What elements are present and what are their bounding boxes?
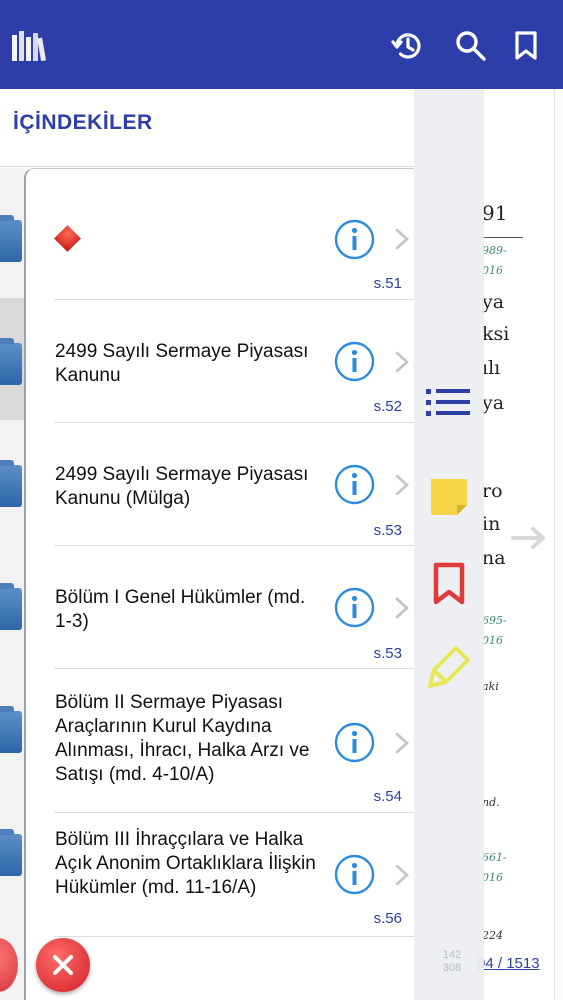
bookmark-icon[interactable] bbox=[507, 26, 545, 66]
chevron-right-icon[interactable] bbox=[394, 350, 410, 374]
close-button[interactable] bbox=[36, 938, 90, 992]
page-mini-counter: 142 308 bbox=[432, 949, 472, 975]
info-icon[interactable] bbox=[334, 854, 375, 895]
highlighter-icon[interactable] bbox=[424, 642, 474, 692]
toc-row-page: s.53 bbox=[373, 522, 402, 539]
chevron-right-icon[interactable] bbox=[394, 731, 410, 755]
info-icon[interactable] bbox=[334, 341, 375, 382]
search-icon[interactable] bbox=[452, 26, 490, 66]
folder-icon bbox=[0, 583, 22, 630]
doc-heading: 91 bbox=[482, 201, 508, 225]
folder-icon bbox=[0, 338, 22, 385]
doc-line: in bbox=[482, 513, 501, 535]
doc-line: aki bbox=[482, 680, 499, 693]
info-icon[interactable] bbox=[334, 219, 375, 260]
bookmark-outline-icon[interactable] bbox=[424, 559, 474, 609]
list-icon[interactable] bbox=[424, 378, 474, 428]
toc-header: İÇİNDEKİLER bbox=[0, 89, 414, 167]
doc-line: 016 bbox=[482, 871, 503, 884]
toc-row-label: Bölüm III İhraççılara ve Halka Açık Anon… bbox=[55, 829, 316, 898]
folder-icon bbox=[0, 706, 22, 753]
toc-row-label: Bölüm II Sermaye Piyasası Araçlarının Ku… bbox=[55, 692, 310, 785]
doc-line: 661- bbox=[482, 851, 507, 864]
doc-line: ksi bbox=[482, 323, 510, 345]
mini-top: 142 bbox=[442, 949, 462, 961]
info-icon[interactable] bbox=[334, 464, 375, 505]
next-page-arrow-icon[interactable] bbox=[510, 526, 548, 550]
mini-bottom: 308 bbox=[442, 962, 462, 974]
toc-row[interactable]: 2499 Sayılı Sermaye Piyasası Kanunu (Mül… bbox=[26, 423, 414, 546]
toc-row[interactable]: Bölüm I Genel Hükümler (md. 1-3) s.53 bbox=[26, 546, 414, 669]
page-sep: / bbox=[493, 955, 507, 972]
toc-row-page: s.52 bbox=[373, 398, 402, 415]
chevron-right-icon[interactable] bbox=[394, 863, 410, 887]
doc-line: 016 bbox=[482, 264, 503, 277]
doc-line: ya bbox=[482, 392, 505, 414]
doc-line: nd. bbox=[482, 796, 500, 809]
toc-row[interactable]: Bölüm III İhraççılara ve Halka Açık Anon… bbox=[26, 813, 414, 937]
close-icon bbox=[53, 955, 73, 975]
toc-row-page: s.51 bbox=[373, 275, 402, 292]
chevron-right-icon[interactable] bbox=[394, 473, 410, 497]
page-total: 1513 bbox=[506, 955, 540, 972]
history-icon[interactable] bbox=[388, 26, 426, 66]
toc-row-page: s.56 bbox=[373, 910, 402, 927]
toc-row[interactable]: 2499 Sayılı Sermaye Piyasası Kanunu s.52 bbox=[26, 300, 414, 423]
doc-line: na bbox=[482, 547, 506, 569]
toc-row-page: s.54 bbox=[373, 788, 402, 805]
folder-icon bbox=[0, 829, 22, 876]
info-icon[interactable] bbox=[334, 587, 375, 628]
doc-line: 989- bbox=[482, 244, 507, 257]
toc-panel: s.51 2499 Sayılı Sermaye Piyasası Kanunu… bbox=[24, 168, 414, 1000]
books-logo-icon[interactable] bbox=[11, 27, 49, 63]
side-toolbar: 142 308 bbox=[414, 89, 484, 1000]
parent-toc-strip[interactable] bbox=[0, 168, 24, 1000]
toc-title: İÇİNDEKİLER bbox=[13, 111, 153, 134]
doc-rule bbox=[478, 237, 523, 238]
doc-line: 224 bbox=[482, 929, 503, 942]
toc-row-label: 2499 Sayılı Sermaye Piyasası Kanunu (Mül… bbox=[55, 464, 309, 509]
toc-row[interactable]: s.51 bbox=[26, 169, 414, 300]
toc-row-label: Bölüm I Genel Hükümler (md. 1-3) bbox=[55, 587, 306, 632]
chevron-right-icon[interactable] bbox=[394, 596, 410, 620]
toc-row-label: 2499 Sayılı Sermaye Piyasası Kanunu bbox=[55, 341, 309, 386]
row-divider bbox=[54, 936, 414, 937]
folder-icon bbox=[0, 460, 22, 507]
toc-row-page: s.53 bbox=[373, 645, 402, 662]
doc-line: 695- bbox=[482, 614, 507, 627]
info-icon[interactable] bbox=[334, 722, 375, 763]
doc-line: ro bbox=[482, 480, 503, 502]
folder-icon bbox=[0, 215, 22, 262]
chevron-right-icon[interactable] bbox=[394, 227, 410, 251]
app-bar bbox=[0, 0, 563, 89]
sticky-note-icon[interactable] bbox=[424, 472, 474, 522]
toc-row[interactable]: Bölüm II Sermaye Piyasası Araçlarının Ku… bbox=[26, 669, 414, 813]
doc-line: ya bbox=[482, 291, 505, 313]
diamond-icon bbox=[54, 225, 81, 252]
doc-line: 016 bbox=[482, 634, 503, 647]
page-counter[interactable]: 04 / 1513 bbox=[477, 955, 540, 972]
doc-line: ılı bbox=[482, 357, 501, 379]
